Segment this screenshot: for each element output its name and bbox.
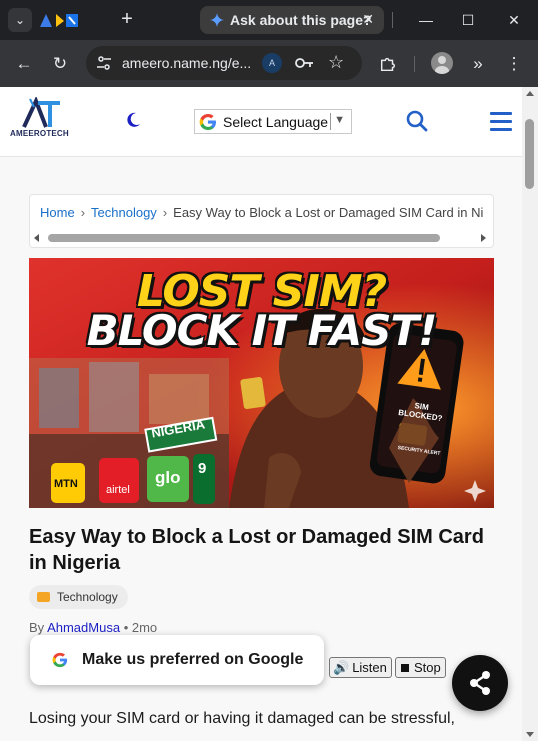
select-divider [330,113,331,130]
kebab-menu-icon[interactable]: ⋮ [502,52,526,76]
byline: By AhmadMusa • 2mo [29,620,157,635]
category-label: Technology [57,590,118,604]
hero-logo-airtel: airtel [106,484,130,496]
new-tab-button[interactable]: + [116,8,138,30]
breadcrumb-category[interactable]: Technology [91,205,157,220]
brand-name: AMEEROTECH [10,129,69,138]
breadcrumb-scrollbar[interactable] [34,232,490,244]
tab-strip: ⌄ + Ask about this page? ✕ — ☐ ✕ [0,0,538,40]
profile-avatar[interactable] [431,52,453,74]
search-icon[interactable] [406,110,428,132]
chevron-right-icon[interactable]: » [466,52,490,76]
minimize-icon[interactable]: — [416,10,436,30]
post-age: • 2mo [123,620,158,635]
breadcrumb-separator: › [162,205,168,220]
chevron-down-icon: ⌄ [14,13,26,27]
key-icon[interactable] [294,54,314,72]
scroll-up-arrow[interactable] [526,91,534,96]
stop-button[interactable]: Stop [395,657,446,678]
browser-window: ⌄ + Ask about this page? ✕ — ☐ ✕ ← ↻ ame… [0,0,538,741]
category-chip[interactable]: Technology [29,585,128,609]
breadcrumb-current: Easy Way to Block a Lost or Damaged SIM … [173,205,484,220]
stop-label: Stop [414,660,441,675]
reload-icon[interactable]: ↻ [48,52,72,76]
tune-icon[interactable] [96,55,112,71]
breadcrumb-home[interactable]: Home [40,205,75,220]
stop-icon [401,663,409,672]
browser-toolbar: ← ↻ ameero.name.ng/e... A ☆ » ⋮ [0,40,538,87]
toolbar-divider [414,56,415,72]
author-link[interactable]: AhmadMusa [47,620,120,635]
close-window-icon[interactable]: ✕ [504,10,524,30]
page-scrollbar[interactable] [522,87,538,741]
share-button[interactable] [452,655,508,711]
scroll-left-arrow[interactable] [34,234,39,242]
url-text: ameero.name.ng/e... [122,55,252,71]
listen-label: Listen [352,660,387,675]
page-viewport: AMEEROTECH Select Language ▼ Home › Tech… [0,87,522,741]
dropdown-arrow-icon: ▼ [334,114,345,126]
account-badge[interactable]: A [262,53,282,73]
preferred-label: Make us preferred on Google [82,651,304,668]
listen-button[interactable]: 🔊 Listen [329,657,392,678]
hero-logo-9mobile: 9 [198,460,207,477]
hero-logo-glo: glo [155,468,181,487]
folder-icon [37,592,50,602]
byline-prefix: By [29,620,45,635]
language-label: Select Language [223,113,329,130]
address-bar[interactable]: ameero.name.ng/e... A ☆ [86,46,362,80]
tab-search-button[interactable]: ⌄ [8,8,32,32]
hamburger-icon[interactable] [490,112,512,132]
article-body: Losing your SIM card or having it damage… [29,710,455,727]
scrollbar-thumb[interactable] [48,234,440,242]
tab-title: Ask about this page? [230,12,372,28]
breadcrumb: Home › Technology › Easy Way to Block a Lost… [29,194,494,248]
tab-ask-about-page[interactable]: Ask about this page? ✕ [200,6,384,34]
hero-image: LOST SIM? BLOCK IT FAST! NIGERIA SIM BLO… [29,258,494,508]
scroll-down-arrow[interactable] [526,732,534,737]
star-icon[interactable]: ☆ [328,52,344,73]
maximize-icon[interactable]: ☐ [458,10,478,30]
pinned-tab-icons[interactable] [38,11,84,29]
scroll-right-arrow[interactable] [481,234,486,242]
hero-logo-mtn: MTN [54,478,78,490]
close-icon[interactable]: ✕ [362,11,374,28]
tab-divider [392,12,393,28]
language-select[interactable]: Select Language ▼ [194,109,352,134]
page-scroll-thumb[interactable] [525,119,534,189]
moon-icon[interactable] [124,111,142,129]
google-icon [52,652,68,668]
breadcrumb-separator: › [80,205,86,220]
preferred-source-button[interactable]: Make us preferred on Google [30,635,324,685]
share-icon [470,671,490,695]
extensions-icon[interactable] [376,52,400,76]
site-header: AMEEROTECH Select Language ▼ [0,87,522,157]
sparkle-icon [210,13,224,27]
hero-headline-2: BLOCK IT FAST! [86,306,438,355]
google-icon [199,113,216,130]
back-icon[interactable]: ← [12,52,36,76]
speaker-icon: 🔊 [333,659,350,675]
article-title: Easy Way to Block a Lost or Damaged SIM … [29,526,484,574]
site-logo[interactable]: AMEEROTECH [10,97,76,143]
